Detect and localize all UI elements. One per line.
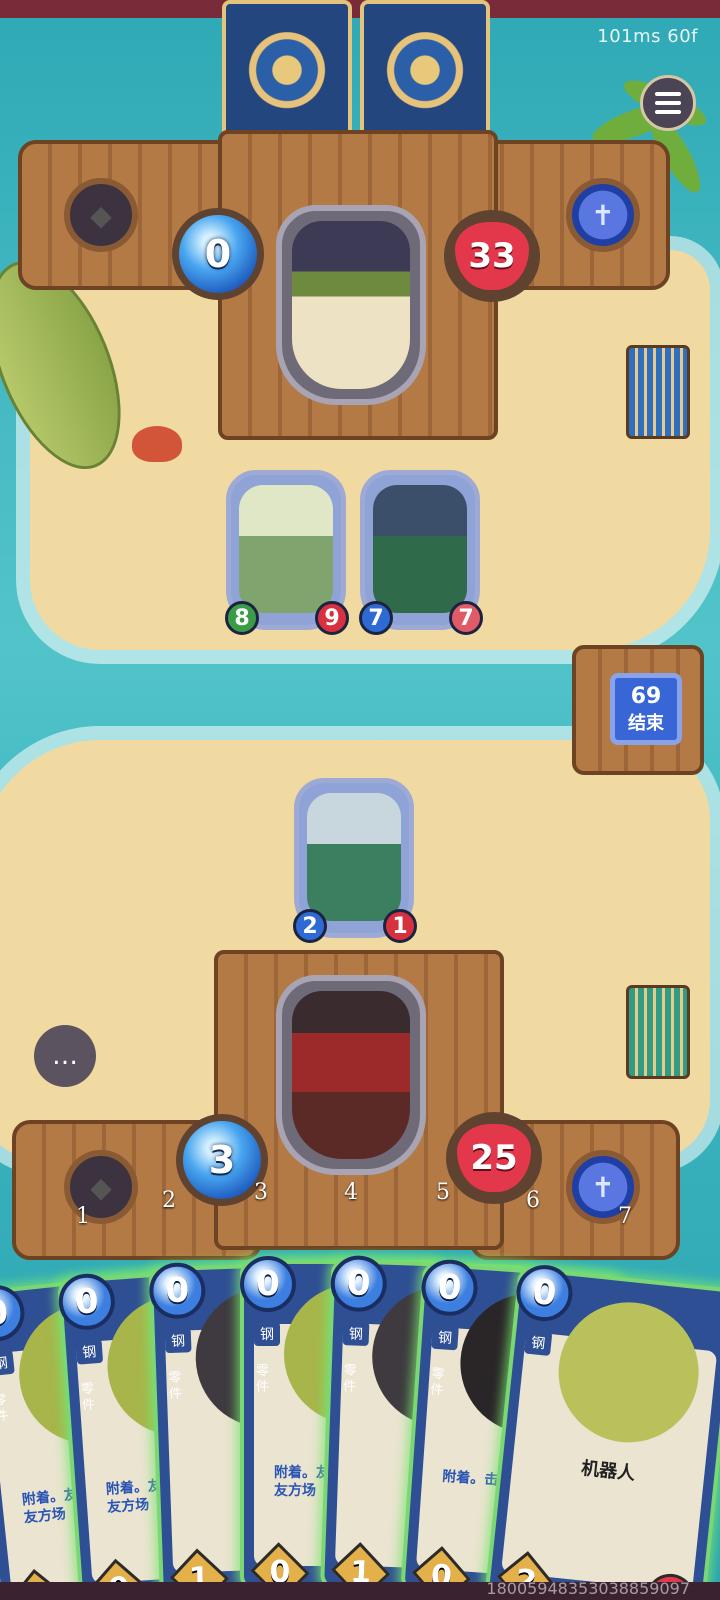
card-cost: 0 <box>56 1271 117 1332</box>
card-tag: 钢 <box>75 1338 104 1365</box>
player-hero-portrait[interactable] <box>276 975 426 1175</box>
menu-button[interactable] <box>640 75 696 131</box>
slot-number: 5 <box>436 1180 450 1205</box>
hamburger-icon <box>655 101 681 105</box>
tombstone-icon: ✝ <box>591 1170 615 1204</box>
card-tag: 钢 <box>524 1329 553 1357</box>
end-turn-button[interactable]: 69 结束 <box>610 673 682 745</box>
opponent-health-value: 33 <box>468 236 516 276</box>
card-cost: 0 <box>419 1257 480 1318</box>
player-hand: 0 钢 零件 附着。友友方场 0 0 钢 零件 附着。友友方场 0 0 钢 零件… <box>0 1250 720 1600</box>
card-tag: 钢 <box>0 1349 15 1377</box>
opponent-weapon-slot[interactable]: ◆ <box>64 178 138 252</box>
minion-health: 1 <box>383 909 417 943</box>
card-cost: 0 <box>148 1261 207 1320</box>
minion-health: 7 <box>449 601 483 635</box>
opponent-health: 33 <box>444 210 540 302</box>
minion-attack: 8 <box>225 601 259 635</box>
card-subtype: 零件 <box>342 1363 357 1395</box>
weapon-icon: ◆ <box>90 1170 112 1204</box>
card-description: 附着。友 友方场 <box>105 1478 163 1516</box>
elf-hero-art <box>292 221 410 389</box>
card-tag: 钢 <box>164 1328 192 1354</box>
turn-timer: 69 <box>630 683 662 709</box>
chat-button[interactable]: … <box>34 1025 96 1087</box>
minion-attack: 2 <box>293 909 327 943</box>
card-tag: 钢 <box>254 1322 280 1346</box>
card-description: 附着。友 友方场 <box>274 1465 330 1499</box>
card-cost: 0 <box>513 1262 576 1324</box>
hooded-hero-art <box>292 991 410 1159</box>
card-cost: 0 <box>329 1254 388 1313</box>
slot-number: 1 <box>76 1204 90 1229</box>
player-health-value: 25 <box>470 1138 518 1178</box>
player-draw-pile <box>626 985 690 1079</box>
opponent-hero-power-slot[interactable]: ✝ <box>566 178 640 252</box>
weapon-icon: ◆ <box>90 198 112 232</box>
opponent-mana-orb: 0 <box>172 208 264 300</box>
card-description: 附着。击 <box>441 1468 499 1489</box>
opponent-hero-portrait[interactable] <box>276 205 426 405</box>
crab-decoration <box>132 426 182 462</box>
minion-art <box>307 793 401 921</box>
minion-health: 9 <box>315 601 349 635</box>
tombstone-icon: ✝ <box>591 198 615 232</box>
opponent-minion[interactable]: 8 9 <box>225 470 349 635</box>
heart-icon: 25 <box>457 1124 531 1192</box>
opponent-mana-value: 0 <box>204 232 232 276</box>
slot-number: 6 <box>526 1188 540 1213</box>
card-cost: 0 <box>240 1256 296 1312</box>
heart-icon: 33 <box>455 222 529 290</box>
slot-number: 4 <box>344 1180 358 1205</box>
card-subtype: 零件 <box>429 1366 445 1399</box>
minion-attack: 7 <box>359 601 393 635</box>
card-tag: 钢 <box>342 1321 370 1347</box>
chat-bubble-icon: … <box>52 1041 78 1071</box>
slot-number: 7 <box>618 1204 632 1229</box>
card-subtype: 零件 <box>80 1381 96 1414</box>
performance-readout: 101ms 60f <box>597 26 698 47</box>
end-turn-label: 结束 <box>628 712 664 734</box>
card-tag: 钢 <box>431 1324 459 1351</box>
card-cost: 0 <box>0 1282 28 1344</box>
card-subtype: 零件 <box>168 1370 183 1403</box>
minion-art <box>373 485 467 613</box>
hand-card-robot[interactable]: 0 钢 机器人 机械 2 1 <box>484 1262 720 1600</box>
end-turn-panel: 69 结束 <box>572 645 704 775</box>
player-mana-value: 3 <box>208 1138 236 1182</box>
watermark-id: 18005948353038859097 <box>486 1579 690 1598</box>
card-subtype: 零件 <box>256 1364 270 1395</box>
minion-art <box>239 485 333 613</box>
player-minion[interactable]: 2 1 <box>293 778 417 943</box>
slot-number: 2 <box>162 1188 176 1213</box>
slot-number: 3 <box>254 1180 268 1205</box>
opponent-minion[interactable]: 7 7 <box>359 470 483 635</box>
opponent-draw-pile <box>626 345 690 439</box>
